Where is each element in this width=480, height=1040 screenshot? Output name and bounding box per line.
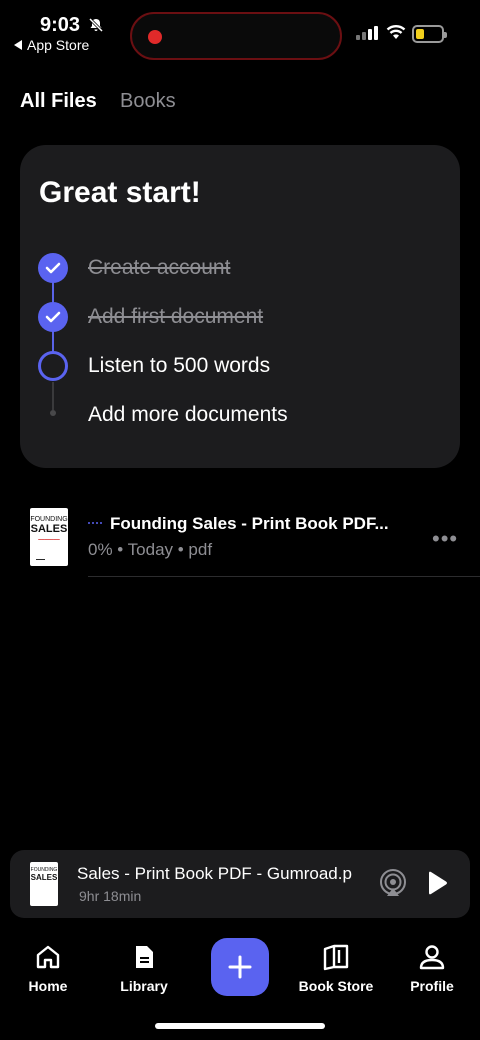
airplay-icon[interactable] bbox=[378, 868, 408, 898]
check-icon bbox=[45, 311, 61, 323]
processing-dots-icon bbox=[88, 522, 102, 524]
cover-line2: SALES bbox=[30, 523, 68, 535]
home-icon bbox=[36, 945, 60, 969]
battery-icon bbox=[412, 25, 447, 43]
tabbar-profile-label: Profile bbox=[410, 978, 454, 994]
step-create-account-check bbox=[38, 253, 68, 283]
tab-all-files[interactable]: All Files bbox=[20, 90, 97, 113]
tabbar-home[interactable]: Home bbox=[0, 943, 96, 994]
step-add-first-document-check bbox=[38, 302, 68, 332]
step-listen-500-words[interactable]: Listen to 500 words bbox=[88, 354, 270, 378]
tabbar-book-store[interactable]: Book Store bbox=[288, 943, 384, 994]
card-title: Great start! bbox=[39, 176, 201, 209]
file-cover-thumbnail[interactable]: FOUNDING SALES ▁▁▁▁▁▁▁ ▬▬▬ bbox=[30, 508, 68, 566]
tabbar-library-label: Library bbox=[120, 978, 168, 994]
wifi-icon bbox=[386, 25, 406, 39]
bell-slash-icon bbox=[88, 17, 104, 33]
plus-icon bbox=[228, 955, 252, 979]
step-add-more-dot bbox=[50, 410, 56, 416]
tabbar-library[interactable]: Library bbox=[96, 943, 192, 994]
step-add-more-documents[interactable]: Add more documents bbox=[88, 403, 288, 427]
status-time: 9:03 bbox=[40, 14, 81, 36]
play-icon[interactable] bbox=[426, 871, 448, 895]
player-cover-line2: SALES bbox=[30, 873, 58, 882]
tabbar-profile[interactable]: Profile bbox=[384, 943, 480, 994]
profile-icon bbox=[419, 945, 445, 970]
recording-indicator bbox=[148, 30, 162, 44]
player-cover-thumbnail: FOUNDING SALES bbox=[30, 862, 58, 906]
step-create-account[interactable]: Create account bbox=[88, 256, 230, 280]
cover-publisher: ▬▬▬ bbox=[36, 557, 45, 561]
step-listen-ring bbox=[38, 351, 68, 381]
signal-icon bbox=[356, 26, 378, 40]
add-document-button[interactable] bbox=[211, 938, 269, 996]
list-divider bbox=[88, 576, 480, 577]
book-store-icon bbox=[323, 944, 349, 971]
file-title[interactable]: Founding Sales - Print Book PDF... bbox=[110, 514, 389, 534]
dynamic-island[interactable] bbox=[130, 12, 342, 60]
back-arrow-icon bbox=[14, 40, 22, 50]
step-add-first-document[interactable]: Add first document bbox=[88, 305, 263, 329]
tabbar-book-store-label: Book Store bbox=[298, 978, 374, 994]
back-label: App Store bbox=[27, 37, 90, 53]
cover-subtitle: ▁▁▁▁▁▁▁ bbox=[38, 535, 60, 540]
check-icon bbox=[45, 262, 61, 274]
player-duration: 9hr 18min bbox=[79, 888, 142, 904]
tab-books[interactable]: Books bbox=[120, 90, 176, 113]
library-icon bbox=[136, 946, 153, 968]
file-meta: 0% • Today • pdf bbox=[88, 540, 213, 559]
progress-line-pending bbox=[52, 382, 54, 410]
back-to-app-store[interactable]: App Store bbox=[14, 37, 89, 53]
tabbar-home-label: Home bbox=[28, 978, 68, 994]
more-icon[interactable]: ••• bbox=[432, 526, 458, 552]
home-indicator[interactable] bbox=[155, 1023, 325, 1029]
player-title[interactable]: Sales - Print Book PDF - Gumroad.p bbox=[77, 864, 369, 884]
